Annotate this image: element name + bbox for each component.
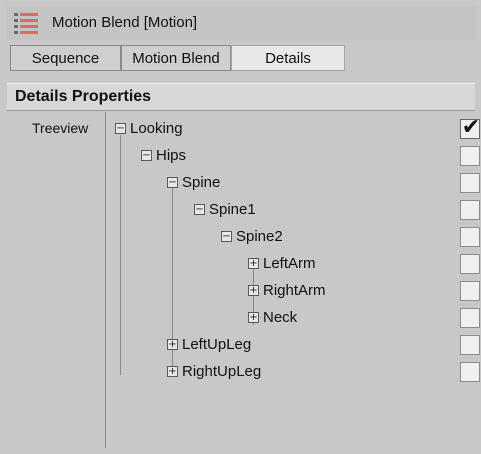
window-titlebar: Motion Blend [Motion] [6, 6, 476, 40]
tree-node-label: LeftUpLeg [182, 336, 252, 353]
collapse-icon[interactable]: − [221, 231, 232, 242]
motion-blend-window: Motion Blend [Motion] Sequence Motion Bl… [0, 0, 481, 454]
collapse-icon[interactable]: − [141, 150, 152, 161]
checkbox-hips[interactable] [460, 146, 480, 166]
checkmark-icon: ✔ [461, 115, 481, 140]
checkbox-spine[interactable] [460, 173, 480, 193]
expand-icon[interactable]: + [167, 366, 178, 377]
expand-icon[interactable]: + [248, 312, 259, 323]
treeview-label: Treeview [32, 120, 89, 136]
details-properties-header: Details Properties [7, 83, 475, 111]
section-title: Details Properties [15, 88, 152, 105]
expand-icon[interactable]: + [248, 285, 259, 296]
tree-node-label: Neck [263, 309, 298, 326]
details-panel: Treeview − Looking − Hips − Spine − Spin… [7, 112, 480, 452]
checkbox-spine2[interactable] [460, 227, 480, 247]
collapse-icon[interactable]: − [167, 177, 178, 188]
checkbox-spine1[interactable] [460, 200, 480, 220]
tab-motion-blend[interactable]: Motion Blend [121, 45, 231, 71]
tree-node-label: Looking [130, 120, 183, 137]
tree-node-label: Hips [156, 147, 187, 164]
motion-blend-icon [12, 11, 40, 35]
tab-details[interactable]: Details [231, 45, 345, 71]
window-title: Motion Blend [Motion] [52, 14, 198, 31]
checkbox-looking[interactable]: ✔ [460, 115, 481, 140]
tab-sequence[interactable]: Sequence [10, 45, 121, 71]
tree-node-label: LeftArm [263, 255, 316, 272]
checkbox-rightupleg[interactable] [460, 362, 480, 382]
expand-icon[interactable]: + [167, 339, 178, 350]
tree-node-label: Spine1 [209, 201, 256, 218]
tree-node-label: RightUpLeg [182, 363, 262, 380]
treeview[interactable]: − Looking − Hips − Spine − Spine1 − Spin… [111, 112, 480, 412]
tree-node-label: Spine2 [236, 228, 283, 245]
tree-connector [120, 135, 121, 375]
checkbox-rightarm[interactable] [460, 281, 480, 301]
checkbox-leftarm[interactable] [460, 254, 480, 274]
column-divider [105, 112, 106, 448]
tree-node-label: RightArm [263, 282, 326, 299]
checkbox-leftupleg[interactable] [460, 335, 480, 355]
checkbox-neck[interactable] [460, 308, 480, 328]
collapse-icon[interactable]: − [115, 123, 126, 134]
collapse-icon[interactable]: − [194, 204, 205, 215]
tree-node-label: Spine [182, 174, 221, 191]
expand-icon[interactable]: + [248, 258, 259, 269]
